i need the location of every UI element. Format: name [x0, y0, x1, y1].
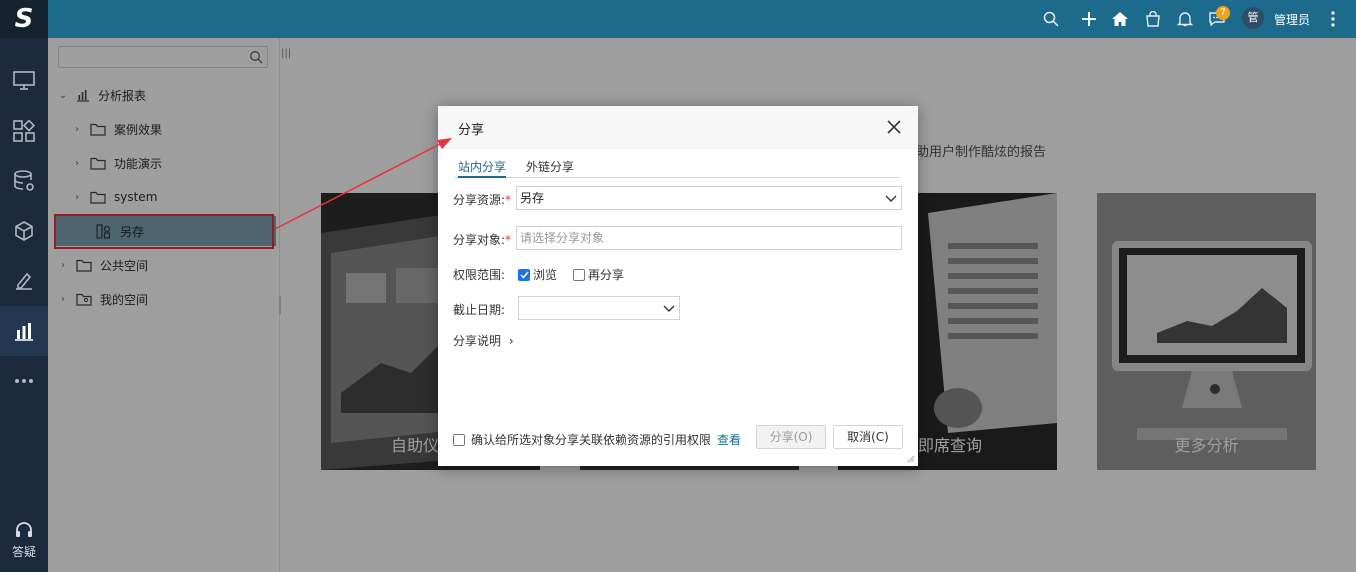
app-logo[interactable]: S	[0, 0, 48, 38]
widgets-icon	[13, 120, 35, 142]
user-name[interactable]: 管理员	[1274, 11, 1310, 28]
permission-label: 权限范围:	[453, 268, 506, 282]
rail-database[interactable]	[0, 156, 48, 206]
expiry-date-select[interactable]	[518, 296, 680, 320]
chevron-right-icon: ›	[508, 334, 514, 348]
share-tabs: 站内分享 外链分享	[454, 154, 900, 178]
tab-external-link-share[interactable]: 外链分享	[526, 158, 574, 178]
permission-reshare-checkbox[interactable]: 再分享	[573, 266, 624, 283]
share-description-toggle[interactable]: 分享说明 ›	[453, 332, 514, 349]
nav-rail: S 答疑	[0, 0, 48, 572]
bell-icon	[1177, 12, 1193, 27]
more-icon	[15, 379, 33, 383]
store-button[interactable]	[1143, 9, 1163, 29]
help-label: 答疑	[11, 545, 36, 559]
more-vert-icon	[1331, 11, 1335, 27]
home-button[interactable]	[1110, 9, 1130, 29]
permission-reshare-label: 再分享	[588, 268, 625, 282]
target-placeholder: 请选择分享对象	[520, 231, 605, 245]
search-button[interactable]	[1041, 9, 1061, 29]
close-icon[interactable]	[886, 119, 902, 135]
chevron-down-icon	[663, 305, 675, 312]
checkbox-icon[interactable]	[453, 433, 465, 446]
rail-analysis[interactable]	[0, 306, 48, 356]
notification-button[interactable]	[1175, 9, 1195, 29]
target-label: 分享对象:*	[453, 233, 512, 247]
share-description-label: 分享说明	[453, 334, 502, 348]
rail-edit[interactable]	[0, 256, 48, 306]
tab-internal-share[interactable]: 站内分享	[458, 158, 507, 178]
resource-select[interactable]: 另存	[516, 186, 902, 210]
permission-browse-label: 浏览	[533, 268, 558, 282]
chevron-down-icon	[885, 195, 897, 202]
top-bar: 7 管 管理员	[48, 0, 1356, 38]
headset-icon	[16, 522, 32, 537]
more-menu-button[interactable]	[1323, 9, 1343, 29]
logo-text: S	[14, 4, 34, 34]
edit-icon	[16, 272, 32, 290]
permission-browse-checkbox[interactable]: 浏览	[518, 266, 557, 283]
share-button[interactable]: 分享(O)	[756, 425, 826, 449]
checkbox-icon	[573, 268, 585, 281]
resource-value: 另存	[520, 191, 545, 205]
expiry-label: 截止日期:	[453, 303, 506, 317]
view-link[interactable]: 查看	[717, 431, 741, 448]
cube-icon	[15, 221, 33, 241]
dialog-title: 分享	[458, 123, 485, 138]
rail-cube[interactable]	[0, 206, 48, 256]
share-dialog: 分享 站内分享 外链分享 分享资源:* 另存 分享对象:* 请选择分享对象 权限…	[438, 106, 918, 466]
desktop-icon	[13, 71, 35, 90]
bag-icon	[1146, 11, 1160, 27]
confirm-label: 确认给所选对象分享关联依赖资源的引用权限	[471, 433, 712, 447]
share-target-input[interactable]: 请选择分享对象	[516, 226, 902, 250]
add-button[interactable]	[1079, 9, 1099, 29]
avatar[interactable]: 管	[1242, 7, 1264, 29]
plus-icon	[1082, 12, 1096, 26]
confirm-dependency-permission[interactable]: 确认给所选对象分享关联依赖资源的引用权限 查看	[453, 431, 741, 448]
help-button[interactable]: 答疑	[0, 521, 48, 560]
database-settings-icon	[14, 170, 34, 191]
home-icon	[1112, 12, 1128, 26]
dialog-header: 分享	[438, 106, 918, 149]
rail-more[interactable]	[0, 356, 48, 406]
cancel-button[interactable]: 取消(C)	[833, 425, 903, 449]
resource-label: 分享资源:*	[453, 193, 512, 207]
notification-badge: 7	[1216, 6, 1230, 20]
rail-desktop[interactable]	[0, 56, 48, 106]
resize-grip-icon[interactable]	[905, 453, 915, 463]
bar-chart-icon	[15, 323, 33, 341]
rail-widgets[interactable]	[0, 106, 48, 156]
checkbox-checked-icon	[518, 268, 530, 281]
search-icon	[1043, 11, 1059, 27]
